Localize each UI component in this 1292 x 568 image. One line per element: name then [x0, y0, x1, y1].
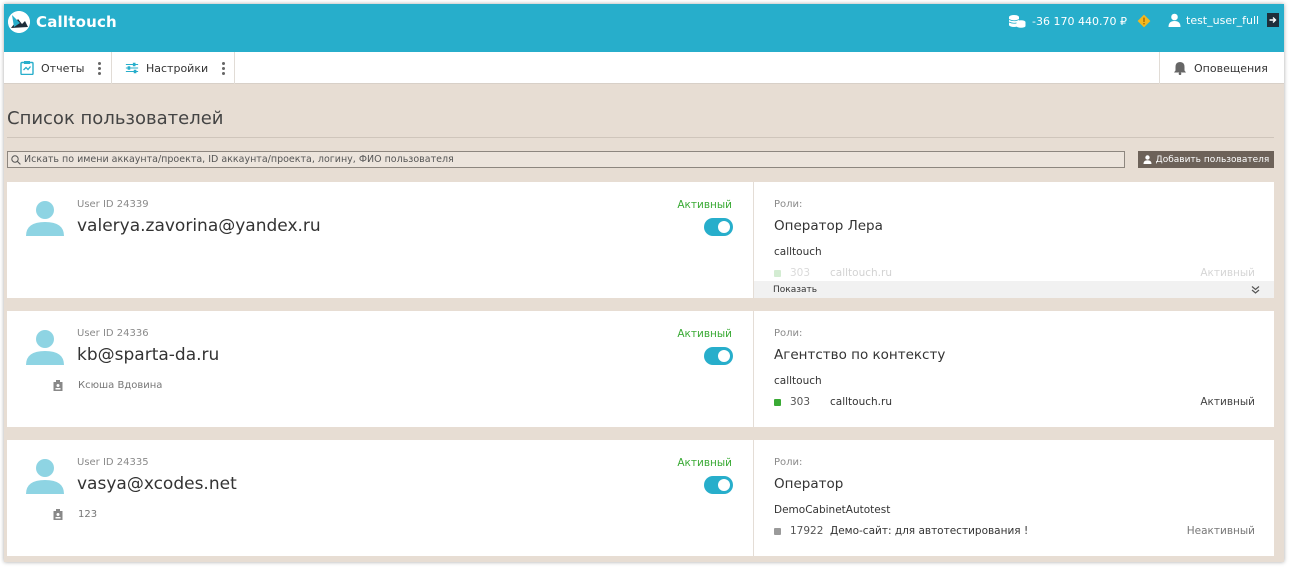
user-add-icon	[1143, 155, 1152, 164]
user-card: User ID 24339 valerya.zavorina@yandex.ru…	[7, 182, 1274, 298]
project-status: Активный	[1200, 396, 1255, 408]
search-icon	[11, 154, 21, 165]
user-id: User ID 24335	[77, 457, 149, 468]
project-id: 303	[790, 267, 811, 279]
project-status: Неактивный	[1186, 525, 1255, 537]
role-name: Оператор Лера	[774, 218, 883, 234]
company-name: calltouch	[774, 375, 822, 387]
toolbar-divider	[111, 52, 112, 84]
user-active-toggle[interactable]	[704, 347, 733, 365]
avatar-icon	[26, 459, 64, 494]
project-id: 303	[790, 396, 811, 408]
id-badge-icon	[53, 380, 63, 391]
title-divider	[7, 137, 1274, 138]
search-box[interactable]	[7, 151, 1125, 168]
user-card-roles: Роли: Оператор DemoCabinetAutotest 17922…	[754, 440, 1274, 556]
top-header: Calltouch -36 170 440.70 ₽ test_user_ful…	[4, 4, 1284, 52]
user-fio-text: Ксюша Вдовина	[78, 380, 163, 391]
coins-icon	[1008, 15, 1026, 28]
user-active-toggle[interactable]	[704, 218, 733, 236]
notifications-button[interactable]: Оповещения	[1173, 52, 1268, 84]
user-email[interactable]: kb@sparta-da.ru	[77, 345, 219, 365]
project-status: Активный	[1200, 267, 1255, 279]
user-status: Активный	[677, 457, 732, 469]
main-toolbar: Отчеты Настройки Оповещения	[4, 52, 1284, 84]
project-id: 17922	[790, 525, 824, 537]
logout-icon[interactable]	[1267, 13, 1280, 27]
user-status: Активный	[677, 328, 732, 340]
reports-icon	[20, 61, 34, 75]
project-status-icon	[774, 269, 781, 277]
project-row: 303 calltouch.ru Активный	[774, 266, 1255, 280]
roles-label: Роли:	[774, 457, 803, 468]
bell-icon	[1174, 62, 1186, 75]
user-menu[interactable]: test_user_full	[1168, 13, 1280, 27]
project-name: calltouch.ru	[830, 267, 892, 279]
add-user-button[interactable]: Добавить пользователя	[1138, 151, 1274, 168]
user-fio: 123	[53, 509, 97, 520]
user-active-toggle[interactable]	[704, 476, 733, 494]
show-more-label: Показать	[773, 284, 818, 295]
project-row[interactable]: 17922 Демо-сайт: для автотестирования ! …	[774, 524, 1255, 538]
user-fio: Ксюша Вдовина	[53, 380, 162, 391]
project-status-icon	[774, 527, 781, 535]
reports-menu[interactable]: Отчеты	[20, 52, 102, 84]
logo[interactable]: Calltouch	[8, 11, 117, 33]
user-card-info: User ID 24335 vasya@xcodes.net 123 Актив…	[7, 440, 753, 556]
company-name: DemoCabinetAutotest	[774, 504, 891, 516]
show-more-button[interactable]: Показать	[754, 281, 1274, 298]
role-name: Агентство по контексту	[774, 347, 946, 363]
notifications-label: Оповещения	[1194, 61, 1268, 75]
roles-label: Роли:	[774, 199, 803, 210]
company-name: calltouch	[774, 246, 822, 258]
project-name: calltouch.ru	[830, 396, 892, 408]
project-status-icon	[774, 398, 781, 406]
avatar-icon	[26, 330, 64, 365]
balance-amount: -36 170 440.70 ₽	[1032, 14, 1127, 28]
user-icon	[1168, 13, 1181, 27]
settings-label: Настройки	[146, 61, 209, 75]
role-name: Оператор	[774, 476, 844, 492]
warning-icon[interactable]	[1137, 14, 1151, 28]
user-card-info: User ID 24336 kb@sparta-da.ru Ксюша Вдов…	[7, 311, 753, 427]
app-frame: Calltouch -36 170 440.70 ₽ test_user_ful…	[4, 4, 1284, 562]
user-email[interactable]: valerya.zavorina@yandex.ru	[77, 216, 321, 236]
reports-more-icon[interactable]	[98, 61, 102, 75]
project-name: Демо-сайт: для автотестирования !	[830, 525, 1029, 537]
balance[interactable]: -36 170 440.70 ₽	[1008, 14, 1151, 28]
settings-more-icon[interactable]	[222, 61, 226, 75]
calltouch-logo-icon	[8, 11, 30, 33]
user-card: User ID 24335 vasya@xcodes.net 123 Актив…	[7, 440, 1274, 556]
user-id: User ID 24339	[77, 199, 149, 210]
user-card-roles: Роли: Оператор Лера calltouch 303 callto…	[754, 182, 1274, 298]
reports-label: Отчеты	[41, 61, 85, 75]
toolbar-divider	[1159, 52, 1160, 84]
user-card-info: User ID 24339 valerya.zavorina@yandex.ru…	[7, 182, 753, 298]
user-email[interactable]: vasya@xcodes.net	[77, 474, 237, 494]
user-fio-text: 123	[78, 509, 98, 520]
username: test_user_full	[1186, 13, 1260, 27]
user-status: Активный	[677, 199, 732, 211]
user-id: User ID 24336	[77, 328, 149, 339]
user-card-roles: Роли: Агентство по контексту calltouch 3…	[754, 311, 1274, 427]
avatar-icon	[26, 201, 64, 236]
id-badge-icon	[53, 509, 63, 520]
toolbar-divider	[234, 52, 235, 84]
project-row[interactable]: 303 calltouch.ru Активный	[774, 395, 1255, 409]
add-user-label: Добавить пользователя	[1155, 154, 1270, 165]
roles-label: Роли:	[774, 328, 803, 339]
settings-menu[interactable]: Настройки	[125, 52, 226, 84]
logo-text: Calltouch	[36, 13, 117, 31]
double-chevron-down-icon	[1251, 286, 1260, 294]
user-card: User ID 24336 kb@sparta-da.ru Ксюша Вдов…	[7, 311, 1274, 427]
search-input[interactable]	[24, 154, 1114, 165]
settings-sliders-icon	[125, 62, 139, 74]
page-title: Список пользователей	[7, 108, 224, 129]
